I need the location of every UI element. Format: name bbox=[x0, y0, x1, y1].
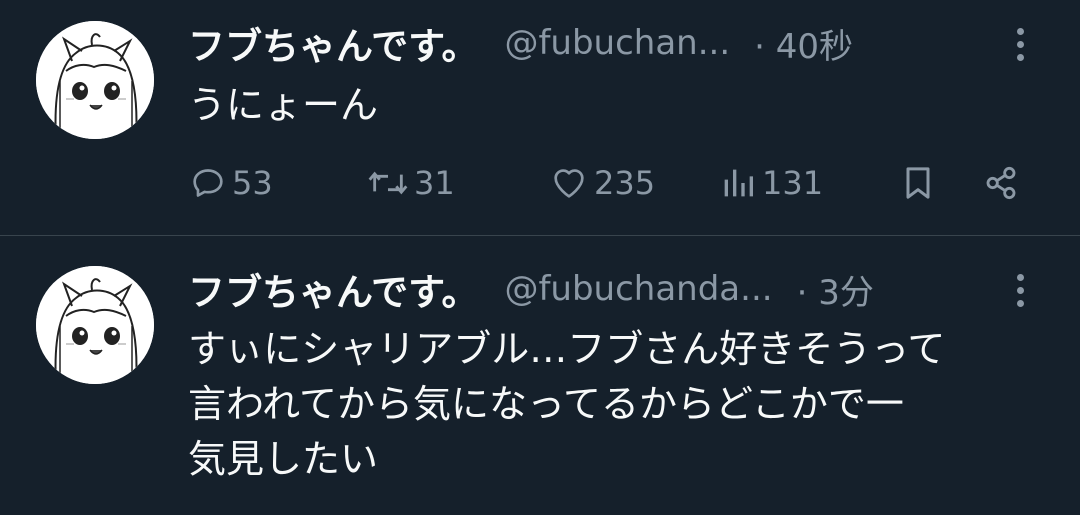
reply-icon bbox=[193, 169, 223, 197]
avatar[interactable] bbox=[36, 21, 154, 139]
views-button[interactable]: 131 bbox=[718, 158, 823, 208]
retweet-count: 31 bbox=[414, 164, 455, 202]
avatar[interactable] bbox=[36, 266, 154, 384]
tweet-header: フブちゃんです。 @fubuchanda... · 3分 bbox=[188, 264, 1080, 314]
bookmark-button[interactable] bbox=[898, 158, 938, 208]
retweet-button[interactable]: 31 bbox=[366, 158, 455, 208]
like-count: 235 bbox=[594, 164, 656, 202]
display-name[interactable]: フブちゃんです。 bbox=[188, 16, 478, 70]
handle[interactable]: @fubuchan... bbox=[504, 23, 730, 63]
display-name[interactable]: フブちゃんです。 bbox=[188, 262, 478, 316]
reply-button[interactable]: 53 bbox=[188, 158, 273, 208]
bookmark-icon bbox=[906, 167, 930, 199]
more-vertical-icon[interactable] bbox=[1005, 268, 1035, 312]
share-button[interactable] bbox=[980, 158, 1022, 208]
tweet-actions: 53 31 235 131 bbox=[0, 158, 1080, 208]
retweet-icon bbox=[368, 171, 408, 195]
tweet-text: すぃにシャリアブル…フブさん好きそうって 言われてから気になってるからどこかで一… bbox=[188, 327, 946, 481]
timestamp[interactable]: · 40秒 bbox=[754, 19, 853, 68]
view-count: 131 bbox=[762, 164, 824, 202]
tweet[interactable]: フブちゃんです。 @fubuchanda... · 3分 すぃにシャリアブル…フ… bbox=[0, 237, 1080, 515]
like-button[interactable]: 235 bbox=[548, 158, 655, 208]
share-icon bbox=[986, 166, 1016, 200]
reply-count: 53 bbox=[232, 164, 273, 202]
cartoon-avatar-icon bbox=[36, 266, 154, 384]
tweet-text: うにょーん bbox=[188, 83, 379, 127]
heart-icon bbox=[554, 169, 584, 198]
handle[interactable]: @fubuchanda... bbox=[504, 269, 772, 309]
tweet-header: フブちゃんです。 @fubuchan... · 40秒 bbox=[188, 18, 1080, 68]
cartoon-avatar-icon bbox=[36, 21, 154, 139]
tweet[interactable]: フブちゃんです。 @fubuchan... · 40秒 うにょーん 53 31 bbox=[0, 0, 1080, 236]
more-vertical-icon[interactable] bbox=[1005, 22, 1035, 66]
views-icon bbox=[724, 169, 753, 197]
timestamp[interactable]: · 3分 bbox=[797, 265, 874, 314]
